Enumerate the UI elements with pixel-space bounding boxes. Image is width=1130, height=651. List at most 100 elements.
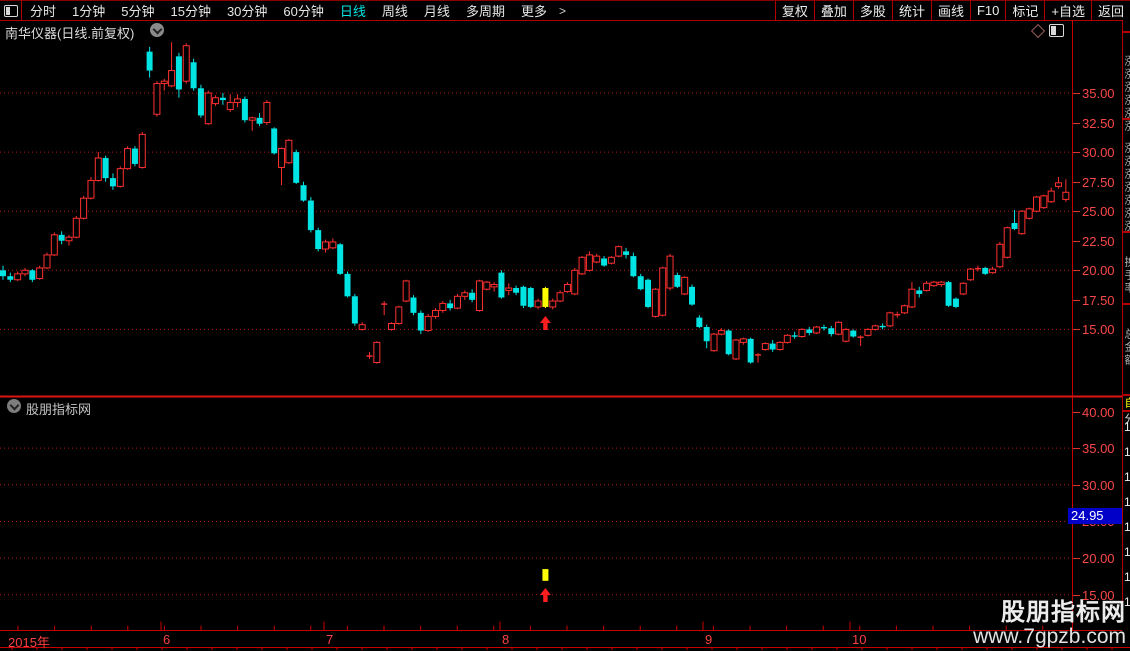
indicator-axis-label: 35.00 bbox=[1082, 441, 1115, 456]
candle bbox=[732, 339, 740, 360]
candle bbox=[381, 303, 388, 305]
month-label: 7 bbox=[326, 632, 334, 647]
indicator-signal-bar bbox=[542, 569, 549, 581]
candle bbox=[285, 139, 293, 164]
candle bbox=[886, 312, 894, 327]
candle bbox=[916, 290, 923, 294]
side-panel-number: 1 bbox=[1124, 545, 1130, 559]
side-panel-text: 总金额 bbox=[1123, 328, 1130, 367]
candle bbox=[72, 217, 80, 238]
candle bbox=[102, 158, 109, 179]
candle bbox=[754, 354, 761, 356]
candle bbox=[7, 276, 14, 280]
candle bbox=[21, 269, 29, 275]
title-chevron-down-icon[interactable] bbox=[150, 23, 164, 37]
indicator-name: 股朋指标网 bbox=[26, 402, 92, 417]
side-panel-divider bbox=[1123, 231, 1130, 233]
candle bbox=[959, 282, 967, 295]
candle bbox=[520, 286, 527, 306]
candle bbox=[725, 330, 732, 355]
candle bbox=[87, 179, 95, 199]
candle bbox=[908, 288, 916, 308]
candle bbox=[791, 335, 798, 337]
indicator-tick bbox=[1073, 595, 1080, 596]
candle bbox=[483, 281, 491, 290]
candle bbox=[542, 288, 549, 307]
clipped-side-panel: 涨涨涨涨涨涨涨涨涨涨涨涨涨换手率总金额自分11111111 bbox=[1122, 20, 1130, 612]
price-tick bbox=[1073, 241, 1080, 242]
candle bbox=[923, 282, 931, 291]
split-pane-icon[interactable] bbox=[1049, 24, 1064, 37]
candle bbox=[241, 98, 248, 121]
month-label: 8 bbox=[502, 632, 510, 647]
watermark-url: www.7gpzb.com bbox=[973, 625, 1126, 648]
watermark-site-name: 股朋指标网 bbox=[1001, 599, 1126, 626]
candle bbox=[982, 267, 989, 274]
candle bbox=[879, 325, 886, 328]
candle bbox=[322, 241, 330, 250]
candle bbox=[36, 267, 44, 280]
candle bbox=[366, 355, 373, 357]
side-panel-divider bbox=[1123, 410, 1130, 412]
candle bbox=[424, 315, 432, 332]
side-panel-number: 1 bbox=[1124, 570, 1130, 584]
price-axis-label: 32.50 bbox=[1082, 116, 1115, 131]
price-axis-label: 22.50 bbox=[1082, 234, 1115, 249]
buy-signal-arrow bbox=[539, 316, 551, 330]
candle bbox=[469, 292, 476, 300]
candle bbox=[637, 276, 644, 290]
candle bbox=[402, 280, 410, 302]
candle bbox=[168, 70, 176, 87]
candle bbox=[116, 168, 124, 187]
candle bbox=[894, 314, 901, 316]
watermark: 股朋指标网 www.7gpzb.com bbox=[973, 599, 1126, 649]
indicator-value-tag: 24.95 bbox=[1068, 508, 1122, 524]
candle bbox=[475, 280, 483, 311]
candle bbox=[776, 341, 784, 350]
candle bbox=[490, 283, 498, 288]
candle bbox=[212, 97, 220, 105]
candle bbox=[29, 270, 36, 280]
candlestick-chart-canvas[interactable] bbox=[0, 0, 1130, 650]
candle bbox=[505, 287, 513, 291]
candle bbox=[80, 197, 88, 219]
candle bbox=[527, 288, 534, 307]
side-panel-number: 1 bbox=[1124, 445, 1130, 459]
candle bbox=[783, 334, 791, 343]
candle bbox=[747, 338, 754, 363]
candle bbox=[182, 45, 190, 82]
indicator-axis-label: 30.00 bbox=[1082, 478, 1115, 493]
candle bbox=[94, 157, 102, 181]
indicator-chevron-down-icon[interactable] bbox=[7, 399, 21, 413]
candle bbox=[645, 279, 652, 307]
side-panel-text: 自 bbox=[1123, 397, 1130, 410]
candle bbox=[358, 324, 366, 330]
candle bbox=[431, 309, 439, 317]
candle bbox=[967, 268, 975, 281]
price-tick bbox=[1073, 123, 1080, 124]
candle bbox=[131, 148, 138, 164]
price-axis-label: 35.00 bbox=[1082, 86, 1115, 101]
candle bbox=[696, 317, 703, 328]
candle bbox=[556, 292, 564, 302]
candle bbox=[717, 330, 725, 335]
candle bbox=[190, 62, 197, 89]
candle bbox=[1025, 208, 1033, 219]
price-tick bbox=[1073, 270, 1080, 271]
indicator-tick bbox=[1073, 448, 1080, 449]
candle bbox=[14, 273, 22, 281]
candle bbox=[498, 272, 505, 298]
candle bbox=[65, 236, 73, 242]
candle bbox=[1018, 210, 1026, 235]
candle bbox=[387, 322, 395, 330]
candle bbox=[593, 255, 601, 263]
candle bbox=[329, 241, 337, 249]
candle bbox=[1003, 227, 1011, 258]
stock-title: 南华仪器(日线.前复权) bbox=[5, 26, 135, 41]
candle bbox=[651, 288, 659, 317]
candle bbox=[1047, 190, 1055, 203]
candle bbox=[1033, 196, 1041, 212]
candle bbox=[901, 305, 909, 314]
indicator-tick bbox=[1073, 558, 1080, 559]
candle bbox=[828, 328, 835, 335]
